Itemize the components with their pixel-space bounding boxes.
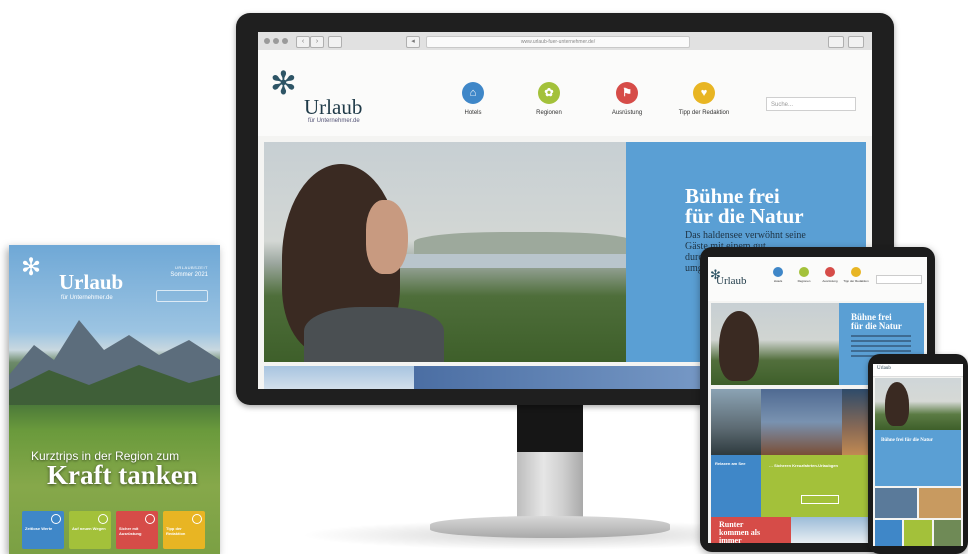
- magazine-cover: ✻ Urlaub für Unternehmer.de URLAUBSZEIT …: [9, 245, 220, 554]
- magazine-tile: Zeitlose Werte: [22, 511, 64, 549]
- tablet-photo-tile[interactable]: [711, 389, 761, 455]
- window-close-dot[interactable]: [264, 38, 270, 44]
- phone-photo-tile[interactable]: [919, 488, 961, 518]
- tablet-red-card[interactable]: Runter kommen als immer: [711, 517, 791, 543]
- tablet-hero-photo: [711, 303, 839, 385]
- share-icon[interactable]: ◂: [406, 36, 420, 48]
- nav-item-regionen[interactable]: ✿ Regionen: [509, 82, 589, 116]
- hero-person-face: [366, 200, 408, 274]
- tablet-logo[interactable]: Urlaub: [716, 275, 747, 287]
- regions-icon: [799, 267, 809, 277]
- boot-icon: ⚑: [616, 82, 638, 104]
- tablet-search-input[interactable]: [876, 275, 922, 284]
- nav-label: Tipp der Redaktion: [678, 110, 730, 116]
- boot-icon: [825, 267, 835, 277]
- tile-icon: [51, 514, 61, 524]
- dandelion-logo-icon: ✻: [270, 65, 297, 101]
- tablet-nav-ausruestung[interactable]: Ausrüstung: [816, 267, 844, 283]
- hotel-icon: ⌂: [462, 82, 484, 104]
- forward-button[interactable]: ›: [310, 36, 324, 48]
- hero-person-hair: [885, 382, 909, 426]
- tablet-green-card[interactable]: … Sicheren Kreuzfahrten-Urlaubgen: [761, 455, 881, 517]
- phone-photo-tile[interactable]: [933, 520, 961, 546]
- tile-icon: [192, 514, 202, 524]
- phone-photo-tile[interactable]: [875, 488, 917, 518]
- back-button[interactable]: ‹: [296, 36, 310, 48]
- tablet-nav-hotels[interactable]: Hotels: [764, 267, 792, 283]
- magazine-headline: Kraft tanken: [47, 460, 198, 490]
- tablet-photo-tile[interactable]: [761, 389, 842, 455]
- address-bar[interactable]: www.urlaub-fuer-unternehmer.de/: [426, 36, 690, 48]
- site-logo-sub: für Unternehmer.de: [308, 118, 360, 124]
- browser-chrome: ‹ › ◂ www.urlaub-fuer-unternehmer.de/: [258, 32, 872, 51]
- search-input[interactable]: Suche...: [766, 97, 856, 111]
- content-strip: [264, 366, 414, 389]
- tablet-header: ✻ Urlaub Hotels Regionen Ausrüstung Tipp…: [708, 257, 927, 301]
- site-logo[interactable]: Urlaub: [304, 95, 362, 120]
- phone-green-tile[interactable]: [904, 520, 932, 546]
- phone-header: Urlaub: [873, 364, 963, 377]
- sidebar-toggle-button[interactable]: [328, 36, 342, 48]
- hotel-icon: [773, 267, 783, 277]
- hero-lake: [384, 254, 626, 268]
- magazine-tile: Auf neuen Wegen: [69, 511, 111, 549]
- nav-label: Ausrüstung: [611, 110, 643, 116]
- share-button[interactable]: [828, 36, 844, 48]
- tablet-blue-card[interactable]: Relaxen am See: [711, 455, 761, 517]
- hero-person-body: [304, 307, 444, 362]
- window-minimize-dot[interactable]: [273, 38, 279, 44]
- nav-item-hotels[interactable]: ⌂ Hotels: [433, 82, 513, 116]
- tile-icon: [145, 514, 155, 524]
- phone-blue-tile[interactable]: [875, 520, 903, 546]
- magazine-tiles: Zeitlose Werte Auf neuen Wegen Sicher mi…: [22, 511, 205, 549]
- regions-icon: ✿: [538, 82, 560, 104]
- publisher-badge: [156, 290, 208, 302]
- monitor-base: [430, 516, 670, 538]
- tablet-nav-tipp[interactable]: Tipp der Redaktion: [842, 267, 870, 283]
- window-maximize-dot[interactable]: [282, 38, 288, 44]
- phone-hero-photo: [875, 378, 961, 430]
- phone-screen: Urlaub Bühne frei für die Natur: [873, 364, 963, 546]
- phone-tile-row: [875, 488, 961, 518]
- tile-icon: [98, 514, 108, 524]
- tabs-button[interactable]: [848, 36, 864, 48]
- magazine-issue-season: Sommer 2021: [170, 272, 208, 278]
- phone-device: Urlaub Bühne frei für die Natur: [868, 354, 968, 554]
- phone-hero-panel: Bühne frei für die Natur: [875, 430, 961, 486]
- mountain-illustration: [9, 320, 220, 405]
- tablet-more-button[interactable]: [801, 495, 839, 504]
- magazine-tile: Tipp der Redaktion: [163, 511, 205, 549]
- magazine-tile: Sicher mit Ausrüstung: [116, 511, 158, 549]
- magazine-logo-sub: für Unternehmer.de: [61, 295, 113, 301]
- magazine-logo: Urlaub: [59, 270, 124, 294]
- tablet-nav-regionen[interactable]: Regionen: [790, 267, 818, 283]
- nav-label: Hotels: [464, 110, 482, 116]
- heart-icon: ♥: [693, 82, 715, 104]
- dandelion-icon: ✻: [21, 254, 42, 281]
- magazine-issue-label: URLAUBSZEIT: [174, 265, 208, 270]
- phone-tile-row: [875, 520, 961, 546]
- hero-photo: [264, 142, 626, 362]
- hero-person-hair: [719, 311, 759, 381]
- phone-logo[interactable]: Urlaub: [877, 366, 891, 371]
- nav-item-ausruestung[interactable]: ⚑ Ausrüstung: [587, 82, 667, 116]
- tablet-hero-title: Bühne frei für die Natur: [851, 312, 902, 331]
- monitor-stand-shadow: [517, 402, 583, 452]
- heart-icon: [851, 267, 861, 277]
- hero-title: Bühne frei für die Natur: [685, 184, 804, 228]
- nav-item-tipp[interactable]: ♥ Tipp der Redaktion: [664, 82, 744, 116]
- site-header: ✻ Urlaub für Unternehmer.de ⌂ Hotels ✿ R…: [258, 50, 872, 136]
- nav-label: Regionen: [536, 110, 562, 116]
